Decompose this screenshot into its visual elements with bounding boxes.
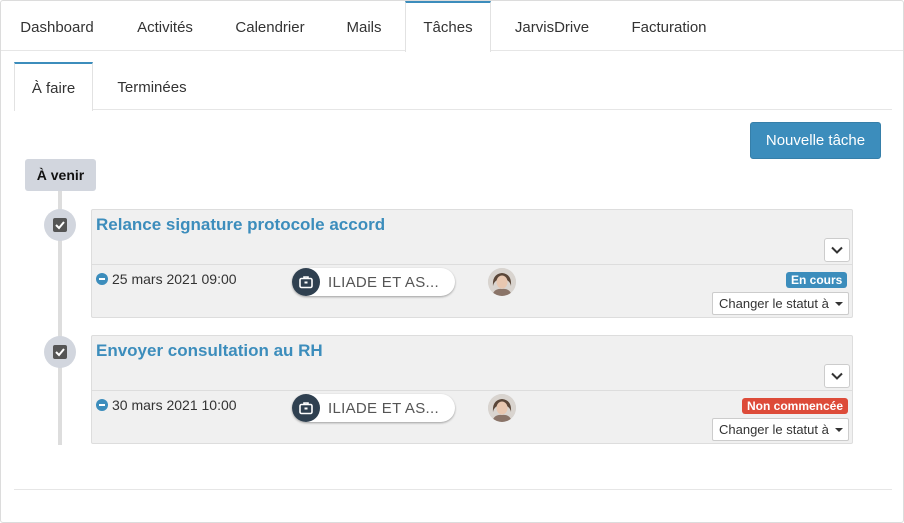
tab-mails[interactable]: Mails [325, 1, 403, 51]
tab-facturation[interactable]: Facturation [613, 1, 725, 51]
client-chip[interactable]: ILIADE ET AS... [292, 268, 455, 296]
tab-dashboard[interactable]: Dashboard [1, 1, 113, 51]
task-due-date: 25 mars 2021 09:00 [96, 271, 237, 287]
tab-jarvisdrive[interactable]: JarvisDrive [493, 1, 611, 51]
task-due-date: 30 mars 2021 10:00 [96, 397, 237, 413]
task-expand-button[interactable] [824, 364, 850, 388]
tab-a-faire[interactable]: À faire [14, 62, 93, 111]
client-name: ILIADE ET AS... [328, 274, 439, 291]
change-status-dropdown[interactable]: Changer le statut à [712, 292, 849, 315]
client-chip[interactable]: ILIADE ET AS... [292, 394, 455, 422]
briefcase-icon [292, 268, 320, 296]
chevron-down-icon [831, 246, 843, 254]
card-divider [92, 390, 852, 391]
task-date-text: 30 mars 2021 10:00 [112, 397, 237, 413]
assignee-avatar[interactable] [488, 394, 516, 422]
task-card: Relance signature protocole accord 25 ma… [91, 209, 853, 318]
assignee-avatar[interactable] [488, 268, 516, 296]
sub-tabs: À faire Terminées [14, 62, 892, 111]
task-check-icon [44, 209, 76, 241]
task-expand-button[interactable] [824, 238, 850, 262]
task-date-text: 25 mars 2021 09:00 [112, 271, 237, 287]
tab-terminees[interactable]: Terminées [98, 62, 206, 110]
tab-activites[interactable]: Activités [115, 1, 215, 51]
client-name: ILIADE ET AS... [328, 400, 439, 417]
change-status-label: Changer le statut à [719, 296, 829, 311]
chevron-down-icon [831, 372, 843, 380]
new-task-button[interactable]: Nouvelle tâche [750, 122, 881, 159]
minus-circle-icon [96, 273, 108, 285]
task-check-icon [44, 336, 76, 368]
task-title[interactable]: Relance signature protocole accord [96, 215, 385, 235]
caret-down-icon [835, 302, 843, 306]
timeline-label: À venir [25, 159, 96, 191]
change-status-label: Changer le statut à [719, 422, 829, 437]
caret-down-icon [835, 428, 843, 432]
change-status-dropdown[interactable]: Changer le statut à [712, 418, 849, 441]
status-badge: En cours [786, 272, 848, 288]
task-title[interactable]: Envoyer consultation au RH [96, 341, 323, 361]
task-card: Envoyer consultation au RH 30 mars 2021 … [91, 335, 853, 444]
tasks-window: Dashboard Activités Calendrier Mails Tâc… [0, 0, 904, 523]
card-divider [92, 264, 852, 265]
status-badge: Non commencée [742, 398, 849, 414]
briefcase-icon [292, 394, 320, 422]
tab-calendrier[interactable]: Calendrier [217, 1, 323, 51]
main-tabs: Dashboard Activités Calendrier Mails Tâc… [1, 1, 903, 52]
minus-circle-icon [96, 399, 108, 411]
tab-taches[interactable]: Tâches [405, 1, 491, 52]
